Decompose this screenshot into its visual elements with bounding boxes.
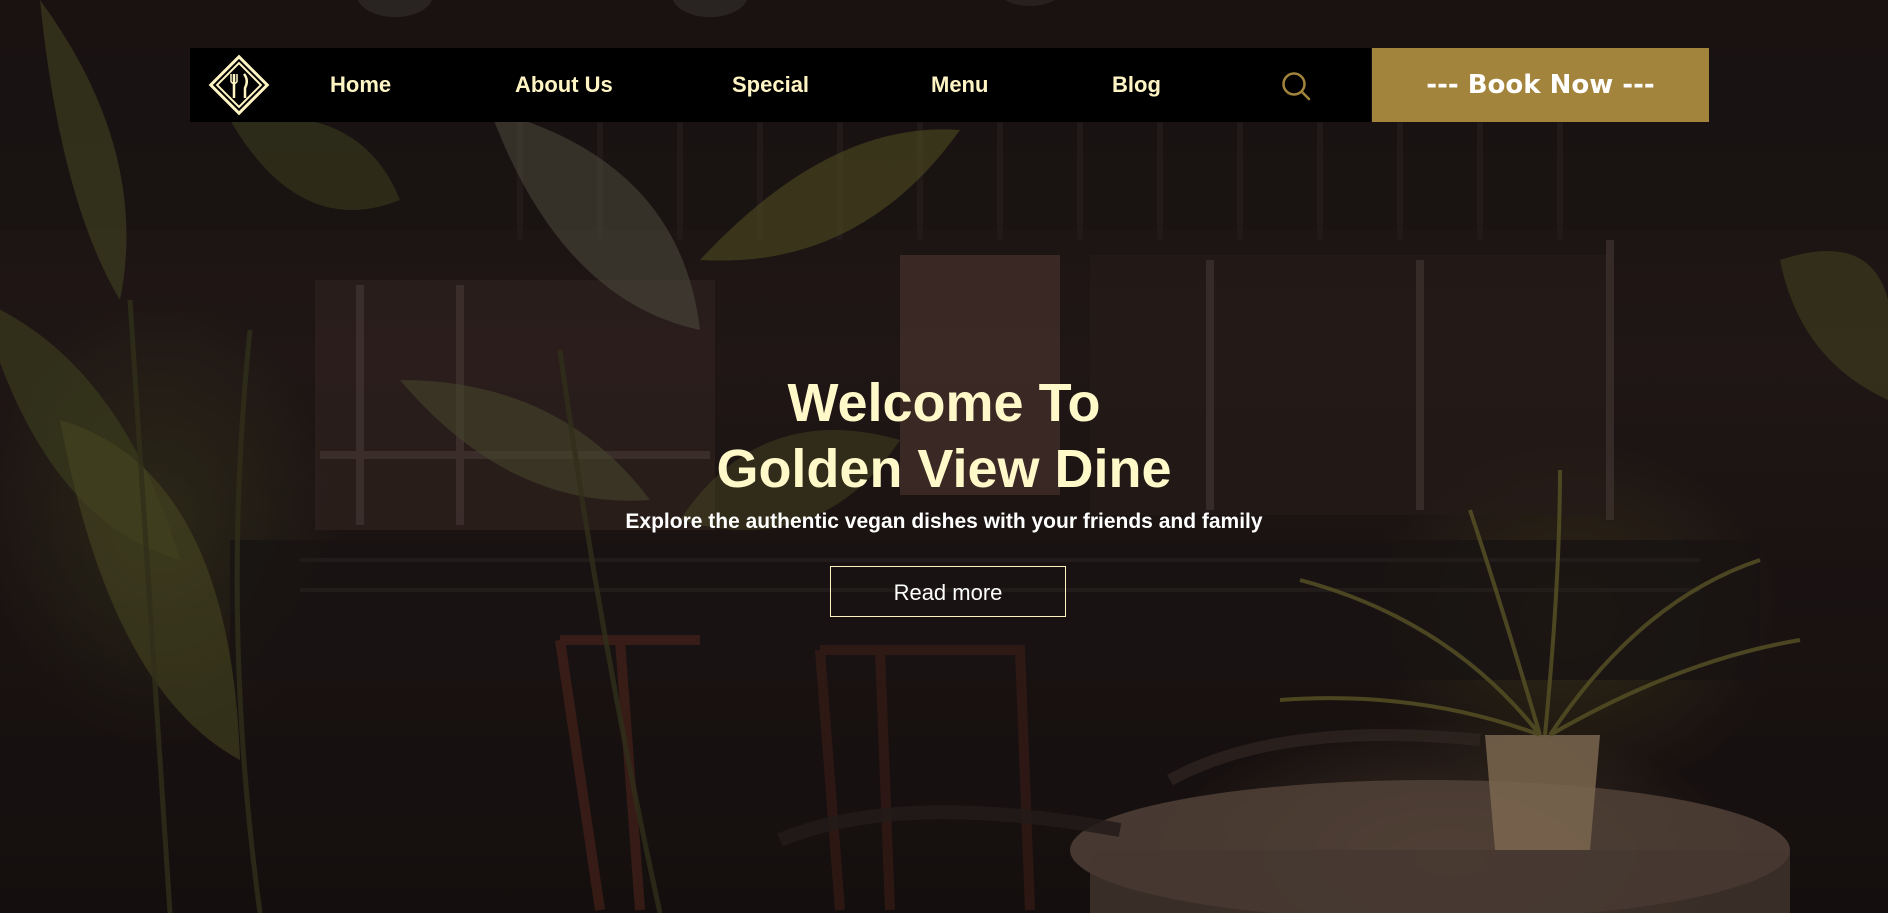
hero-title-line-1: Welcome To bbox=[787, 373, 1101, 433]
book-now-button[interactable]: --- Book Now --- bbox=[1372, 48, 1709, 122]
nav-link-about-us[interactable]: About Us bbox=[515, 48, 613, 122]
hero-subtitle: Explore the authentic vegan dishes with … bbox=[625, 510, 1263, 533]
read-more-button[interactable]: Read more bbox=[830, 566, 1066, 617]
main-navbar: Home About Us Special Menu Blog bbox=[190, 48, 1371, 122]
search-icon[interactable] bbox=[1278, 68, 1312, 102]
hero-title: Welcome To Golden View Dine bbox=[544, 370, 1344, 502]
fork-knife-diamond-icon[interactable] bbox=[206, 52, 272, 118]
nav-link-home[interactable]: Home bbox=[330, 48, 391, 122]
hero-title-line-2: Golden View Dine bbox=[716, 439, 1172, 499]
nav-link-blog[interactable]: Blog bbox=[1112, 48, 1161, 122]
nav-link-menu[interactable]: Menu bbox=[931, 48, 988, 122]
nav-link-special[interactable]: Special bbox=[732, 48, 809, 122]
